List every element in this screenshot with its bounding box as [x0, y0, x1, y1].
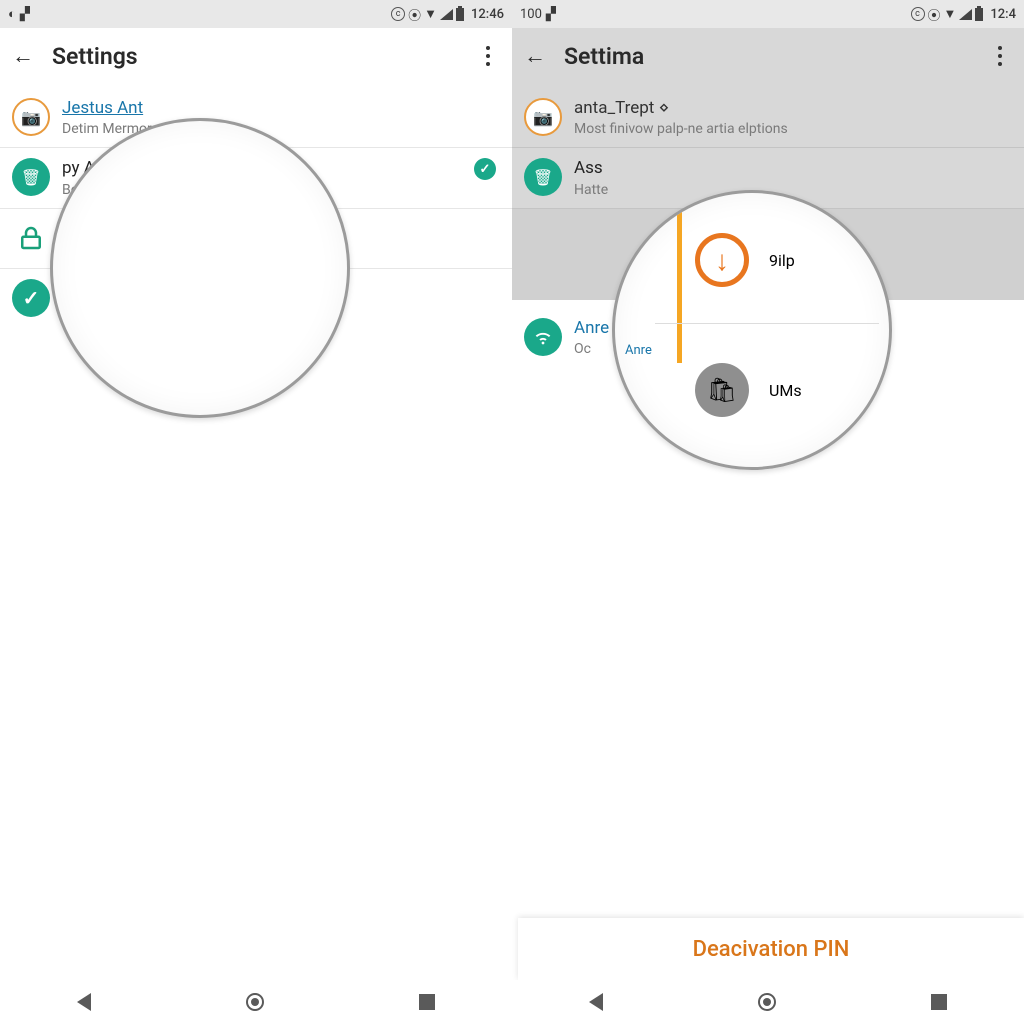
deactivation-pin-card[interactable]: Deacivation PIN	[518, 918, 1024, 980]
app-bar: ← Settings	[0, 28, 512, 84]
page-title: Settima	[564, 43, 988, 70]
status-copyright-icon: c	[391, 7, 405, 21]
back-button[interactable]: ←	[524, 43, 552, 69]
status-signal-icon	[440, 9, 453, 20]
magnifier-overlay	[50, 118, 350, 418]
wifi-icon	[524, 318, 562, 356]
status-battery-text: 100	[520, 7, 542, 22]
nav-home-button[interactable]	[246, 993, 264, 1011]
nav-recent-button[interactable]	[931, 994, 947, 1010]
trash-icon	[524, 158, 562, 196]
nav-recent-button[interactable]	[419, 994, 435, 1010]
status-app-icon: ▞	[546, 7, 556, 22]
settings-list: anta_Trept ⋄ Most finivow palp-ne artia …	[512, 84, 1024, 209]
row-secondary: Most finivow palp-ne artia elptions	[574, 121, 1008, 137]
status-copyright-icon: c	[911, 7, 925, 21]
check-badge-icon	[474, 158, 496, 180]
bag-icon	[695, 363, 749, 417]
separator	[655, 323, 879, 324]
status-battery-icon	[975, 8, 983, 21]
magnifier-row-label: UMs	[769, 381, 802, 400]
row-primary: anta_Trept ⋄	[574, 98, 1008, 119]
download-arrow-icon	[695, 233, 749, 287]
status-clock: 12:4	[990, 7, 1016, 22]
status-wifi-outline-icon: ⦿	[408, 5, 421, 24]
nav-home-button[interactable]	[758, 993, 776, 1011]
phone-left: ◐ ▞ c ⦿ ▼ 12:46 ← Settings Jestus Ant	[0, 0, 512, 1024]
status-notif-icon: ◐	[8, 6, 16, 22]
magnifier-overlay: Anre 9ilp UMs	[612, 190, 892, 470]
nav-bar	[512, 980, 1024, 1024]
camera-icon	[12, 98, 50, 136]
status-signal-icon	[959, 9, 972, 20]
app-bar: ← Settima	[512, 28, 1024, 84]
overflow-menu-button[interactable]	[476, 44, 500, 68]
back-button[interactable]: ←	[12, 43, 40, 69]
settings-row[interactable]: anta_Trept ⋄ Most finivow palp-ne artia …	[512, 88, 1024, 148]
row-primary: Jestus Ant	[62, 98, 496, 119]
status-clock: 12:46	[471, 7, 504, 22]
trash-icon	[12, 158, 50, 196]
status-wifi-icon: ▼	[944, 6, 957, 22]
status-wifi-icon: ▼	[424, 6, 437, 22]
overflow-menu-button[interactable]	[988, 44, 1012, 68]
nav-back-button[interactable]	[77, 993, 91, 1011]
highlight-bar	[677, 193, 682, 363]
status-battery-icon	[456, 8, 464, 21]
status-wifi-outline-icon: ⦿	[928, 5, 941, 24]
magnifier-row[interactable]: UMs	[695, 363, 802, 417]
magnifier-row[interactable]: 9ilp	[695, 233, 795, 287]
phone-right: 100 ▞ c ⦿ ▼ 12:4 ← Settima anta_Trept ⋄	[512, 0, 1024, 1024]
status-bar: 100 ▞ c ⦿ ▼ 12:4	[512, 0, 1024, 28]
status-app-icon: ▞	[20, 7, 30, 22]
deactivation-pin-label: Deacivation PIN	[693, 937, 850, 962]
magnifier-side-label: Anre	[625, 343, 652, 358]
dual-screenshot-container: ◐ ▞ c ⦿ ▼ 12:46 ← Settings Jestus Ant	[0, 0, 1024, 1024]
nav-bar	[0, 980, 512, 1024]
status-bar: ◐ ▞ c ⦿ ▼ 12:46	[0, 0, 512, 28]
lock-icon	[12, 219, 50, 257]
camera-icon	[524, 98, 562, 136]
page-title: Settings	[52, 43, 476, 70]
row-primary: Ass	[574, 158, 1008, 179]
nav-back-button[interactable]	[589, 993, 603, 1011]
magnifier-row-label: 9ilp	[769, 251, 795, 270]
check-circle-icon	[12, 279, 50, 317]
